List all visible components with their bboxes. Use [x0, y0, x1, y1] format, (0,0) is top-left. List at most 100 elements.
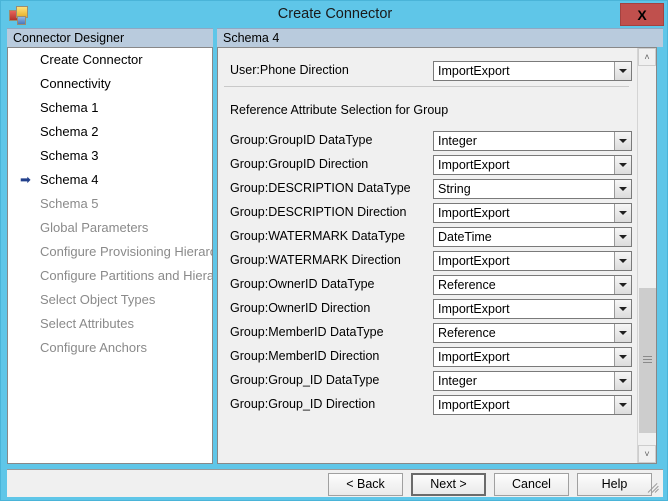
- scroll-down-icon[interactable]: ˅: [638, 445, 656, 463]
- form-row: Group:WATERMARK DataType DateTime: [218, 224, 637, 248]
- field-label: Group:WATERMARK Direction: [230, 253, 401, 267]
- vertical-scrollbar[interactable]: ˄ ˅: [637, 48, 656, 463]
- sidebar-item-connectivity[interactable]: Connectivity: [8, 72, 212, 96]
- current-step-arrow-icon: ➡: [20, 172, 31, 187]
- chevron-down-icon[interactable]: [614, 276, 631, 294]
- dropdown-value: ImportExport: [438, 254, 510, 268]
- sidebar-item-global-parameters: Global Parameters: [8, 216, 212, 240]
- form-row: Group:DESCRIPTION Direction ImportExport: [218, 200, 637, 224]
- back-button[interactable]: < Back: [328, 473, 403, 496]
- dropdown-value: ImportExport: [438, 64, 510, 78]
- field-dropdown[interactable]: ImportExport: [433, 395, 632, 415]
- schema-settings-panel: User:Phone Direction ImportExport Refere…: [217, 47, 657, 464]
- field-dropdown[interactable]: Reference: [433, 323, 632, 343]
- left-panel-caption: Connector Designer: [7, 28, 213, 47]
- dropdown-value: Integer: [438, 374, 477, 388]
- sidebar-item-label: Select Object Types: [40, 292, 156, 307]
- field-dropdown[interactable]: ImportExport: [433, 347, 632, 367]
- chevron-down-icon[interactable]: [614, 396, 631, 414]
- form-row: Group:GroupID Direction ImportExport: [218, 152, 637, 176]
- help-button[interactable]: Help: [577, 473, 652, 496]
- dropdown-value: DateTime: [438, 230, 492, 244]
- panel-captions: Connector Designer Schema 4: [7, 28, 663, 47]
- field-dropdown[interactable]: Reference: [433, 275, 632, 295]
- form-rows-container: User:Phone Direction ImportExport Refere…: [218, 48, 637, 463]
- sidebar-item-label: Configure Anchors: [40, 340, 147, 355]
- field-label: Group:GroupID DataType: [230, 133, 373, 147]
- field-label: Group:Group_ID DataType: [230, 373, 380, 387]
- sidebar-item-label: Global Parameters: [40, 220, 149, 235]
- chevron-down-icon[interactable]: [614, 252, 631, 270]
- field-label: Group:OwnerID DataType: [230, 277, 375, 291]
- field-dropdown[interactable]: Integer: [433, 371, 632, 391]
- field-label: Group:MemberID Direction: [230, 349, 380, 363]
- dialog-button-bar: < Back Next > Cancel Help: [7, 469, 663, 497]
- field-dropdown[interactable]: ImportExport: [433, 299, 632, 319]
- form-row: Group:DESCRIPTION DataType String: [218, 176, 637, 200]
- field-dropdown[interactable]: Integer: [433, 131, 632, 151]
- dropdown-value: ImportExport: [438, 302, 510, 316]
- close-icon[interactable]: X: [620, 3, 664, 26]
- dropdown-value: Reference: [438, 278, 496, 292]
- scroll-up-icon[interactable]: ˄: [638, 48, 656, 66]
- sidebar-item-label: Configure Partitions and Hierarchies: [40, 268, 213, 283]
- form-row: User:Phone Direction ImportExport: [218, 58, 637, 82]
- chevron-down-icon[interactable]: [614, 156, 631, 174]
- next-button[interactable]: Next >: [411, 473, 486, 496]
- chevron-down-icon[interactable]: [614, 372, 631, 390]
- section-title: Reference Attribute Selection for Group: [230, 103, 449, 117]
- dropdown-value: String: [438, 182, 471, 196]
- window-title: Create Connector: [277, 6, 393, 22]
- section-divider: [224, 86, 629, 87]
- sidebar-item-label: Create Connector: [40, 52, 143, 67]
- sidebar-item-label: Schema 1: [40, 100, 99, 115]
- sidebar-item-schema-1[interactable]: Schema 1: [8, 96, 212, 120]
- field-label: Group:WATERMARK DataType: [230, 229, 406, 243]
- sidebar-item-label: Select Attributes: [40, 316, 134, 331]
- sidebar-item-select-attributes: Select Attributes: [8, 312, 212, 336]
- field-dropdown[interactable]: ImportExport: [433, 251, 632, 271]
- chevron-down-icon[interactable]: [614, 204, 631, 222]
- form-row: Group:MemberID DataType Reference: [218, 320, 637, 344]
- sidebar-item-label: Schema 5: [40, 196, 99, 211]
- chevron-down-icon[interactable]: [614, 132, 631, 150]
- sidebar-item-schema-4[interactable]: ➡ Schema 4: [8, 168, 212, 192]
- dropdown-value: ImportExport: [438, 398, 510, 412]
- sidebar-item-configure-partitions-and-hierarchies: Configure Partitions and Hierarchies: [8, 264, 212, 288]
- scrollbar-thumb[interactable]: [639, 288, 656, 433]
- form-row: Group:OwnerID DataType Reference: [218, 272, 637, 296]
- chevron-down-icon[interactable]: [614, 228, 631, 246]
- chevron-down-icon[interactable]: [614, 300, 631, 318]
- sidebar-item-label: Configure Provisioning Hierarchy: [40, 244, 213, 259]
- chevron-down-icon[interactable]: [614, 62, 631, 80]
- sidebar-item-schema-3[interactable]: Schema 3: [8, 144, 212, 168]
- field-label: Group:MemberID DataType: [230, 325, 384, 339]
- field-dropdown[interactable]: ImportExport: [433, 61, 632, 81]
- field-dropdown[interactable]: ImportExport: [433, 203, 632, 223]
- sidebar-item-create-connector[interactable]: Create Connector: [8, 48, 212, 72]
- form-row: Group:Group_ID DataType Integer: [218, 368, 637, 392]
- title-bar: Create Connector X: [1, 1, 667, 28]
- chevron-down-icon[interactable]: [614, 180, 631, 198]
- field-label: Group:OwnerID Direction: [230, 301, 371, 315]
- dropdown-value: ImportExport: [438, 350, 510, 364]
- field-label: Group:DESCRIPTION Direction: [230, 205, 407, 219]
- sidebar-item-label: Schema 3: [40, 148, 99, 163]
- chevron-down-icon[interactable]: [614, 324, 631, 342]
- resize-grip-icon[interactable]: [647, 481, 661, 495]
- wizard-step-list: Create Connector Connectivity Schema 1 Sche…: [7, 47, 213, 464]
- dropdown-value: Reference: [438, 326, 496, 340]
- sidebar-item-configure-anchors: Configure Anchors: [8, 336, 212, 360]
- cancel-button[interactable]: Cancel: [494, 473, 569, 496]
- dropdown-value: ImportExport: [438, 158, 510, 172]
- sidebar-item-schema-2[interactable]: Schema 2: [8, 120, 212, 144]
- field-dropdown[interactable]: ImportExport: [433, 155, 632, 175]
- field-dropdown[interactable]: String: [433, 179, 632, 199]
- field-dropdown[interactable]: DateTime: [433, 227, 632, 247]
- chevron-down-icon[interactable]: [614, 348, 631, 366]
- right-panel-caption: Schema 4: [217, 28, 663, 47]
- form-row: Group:Group_ID Direction ImportExport: [218, 392, 637, 416]
- form-row: Group:WATERMARK Direction ImportExport: [218, 248, 637, 272]
- form-row: Group:OwnerID Direction ImportExport: [218, 296, 637, 320]
- field-label: Group:Group_ID Direction: [230, 397, 376, 411]
